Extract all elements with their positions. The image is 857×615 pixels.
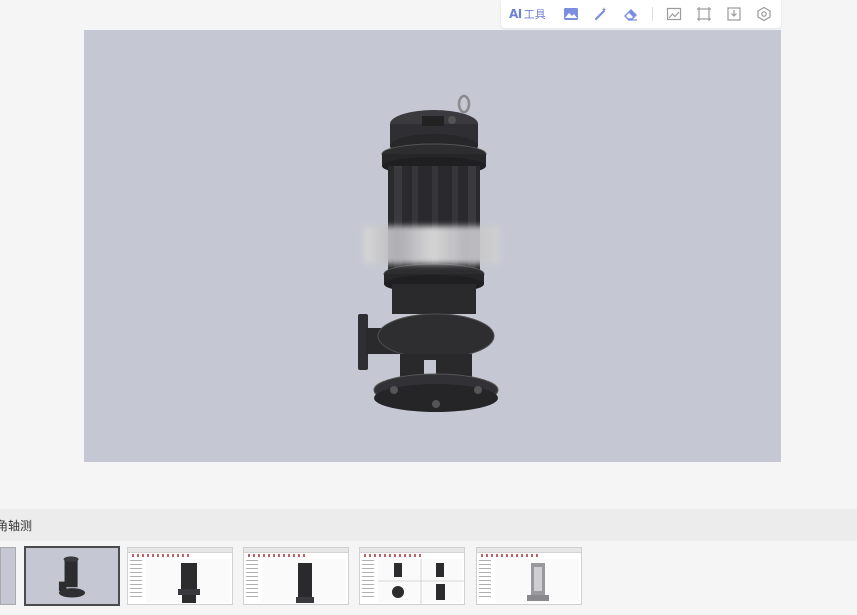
settings-icon[interactable] bbox=[755, 5, 773, 23]
thumbnail-multiview[interactable] bbox=[359, 547, 465, 605]
pump-front-icon bbox=[178, 563, 200, 603]
toolbar-divider bbox=[651, 7, 653, 21]
image-edit-icon[interactable] bbox=[665, 5, 683, 23]
thumbnail-front[interactable] bbox=[127, 547, 233, 605]
eraser-icon[interactable] bbox=[622, 5, 640, 23]
crop-icon[interactable] bbox=[695, 5, 713, 23]
pump-thumbnail-icon bbox=[58, 556, 86, 598]
ai-mark: AI bbox=[509, 7, 522, 21]
magic-wand-icon[interactable] bbox=[592, 5, 610, 23]
thumbnail-isometric[interactable] bbox=[24, 546, 120, 606]
pump-multiview-icon bbox=[378, 559, 464, 604]
view-label: 角轴测 bbox=[0, 518, 33, 533]
blurred-watermark bbox=[364, 226, 500, 264]
thumbnail-partial[interactable] bbox=[0, 547, 16, 605]
ai-tools-button[interactable]: AI 工具 bbox=[509, 6, 546, 22]
thumbnail-side[interactable] bbox=[243, 547, 349, 605]
thumbnail-strip bbox=[0, 545, 857, 607]
download-icon[interactable] bbox=[725, 5, 743, 23]
image-icon[interactable] bbox=[562, 5, 580, 23]
thumbnail-section[interactable] bbox=[476, 547, 582, 605]
app-window: AI 工具 角轴测 bbox=[0, 0, 857, 615]
image-viewer[interactable] bbox=[84, 30, 781, 462]
view-label-strip: 角轴测 bbox=[0, 509, 857, 541]
ai-tools-label: 工具 bbox=[523, 8, 546, 21]
pump-side-icon bbox=[296, 563, 314, 603]
image-toolbar: AI 工具 bbox=[501, 0, 781, 28]
pump-section-icon bbox=[527, 563, 549, 601]
